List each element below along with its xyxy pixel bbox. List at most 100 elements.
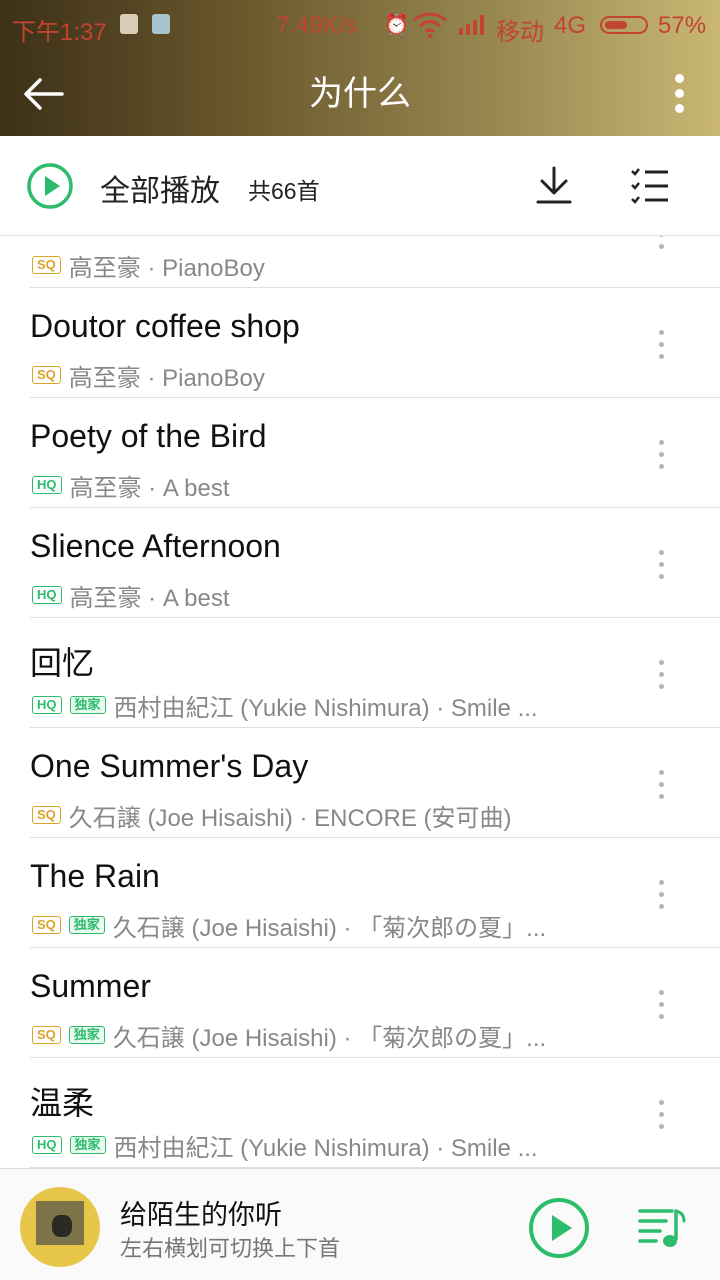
song-artist-album: 高至豪 · PianoBoy	[68, 254, 265, 282]
checklist-icon	[631, 168, 668, 204]
exclusive-badge: 独家	[68, 1026, 105, 1044]
song-artist-album: 久石譲 (Joe Hisaishi) · 「菊次郎の夏」...	[112, 914, 547, 942]
quality-badge: HQ	[32, 476, 62, 494]
song-meta: SQ 独家 久石譲 (Joe Hisaishi) · 「菊次郎の夏」...	[32, 910, 547, 942]
vertical-dots-icon	[659, 1100, 664, 1105]
exclusive-badge: 独家	[68, 916, 105, 934]
song-row[interactable]: 回忆 HQ 独家 西村由紀江 (Yukie Nishimura) · Smile ..…	[0, 618, 720, 728]
song-meta: HQ 独家 西村由紀江 (Yukie Nishimura) · Smile ...	[32, 1130, 538, 1162]
download-icon	[536, 166, 572, 204]
quality-badge: SQ	[32, 806, 61, 824]
song-more-button[interactable]	[648, 542, 676, 586]
battery-icon	[600, 16, 648, 34]
song-meta: HQ 独家 西村由紀江 (Yukie Nishimura) · Smile ...	[32, 690, 538, 722]
exclusive-badge: 独家	[69, 696, 106, 714]
vertical-dots-icon	[659, 1124, 664, 1129]
quality-badge: HQ	[32, 586, 62, 604]
song-more-button[interactable]	[648, 1092, 676, 1136]
vertical-dots-icon	[659, 562, 664, 567]
song-title: Poety of the Bird	[30, 418, 267, 454]
header: 下午1:37 7.49K/s ⏰ 移动 4G 57% 为什么	[0, 0, 720, 136]
quality-badge: SQ	[32, 1026, 61, 1044]
play-circle-icon[interactable]	[26, 162, 74, 210]
song-more-button[interactable]	[648, 982, 676, 1026]
song-artist-album: 久石譲 (Joe Hisaishi) · ENCORE (安可曲)	[68, 804, 512, 832]
quality-badge: HQ	[32, 696, 62, 714]
song-meta: SQ 独家 久石譲 (Joe Hisaishi) · 「菊次郎の夏」...	[32, 1020, 547, 1052]
vertical-dots-icon	[659, 1014, 664, 1019]
song-title: Summer	[30, 968, 151, 1004]
song-more-button[interactable]	[648, 762, 676, 806]
quality-badge: HQ	[32, 1136, 62, 1154]
vertical-dots-icon	[659, 880, 664, 885]
vertical-dots-icon	[659, 990, 664, 995]
song-more-button[interactable]	[648, 872, 676, 916]
song-row[interactable]: Slience Afternoon HQ 高至豪 · A best	[0, 508, 720, 618]
song-more-button[interactable]	[648, 652, 676, 696]
song-row[interactable]: Doutor coffee shop SQ 高至豪 · PianoBoy	[0, 288, 720, 398]
album-cover[interactable]	[20, 1187, 100, 1267]
play-button[interactable]	[528, 1197, 590, 1259]
multi-select-button[interactable]	[626, 162, 674, 210]
song-row[interactable]: 温柔 HQ 独家 西村由紀江 (Yukie Nishimura) · Smile ..…	[0, 1058, 720, 1168]
song-list: SQ 高至豪 · PianoBoy Doutor coffee shop SQ 高至豪 …	[0, 236, 720, 1168]
page-title: 为什么	[309, 75, 411, 113]
song-artist-album: 高至豪 · A best	[69, 584, 230, 612]
signal-icon	[459, 15, 484, 35]
song-artist-album: 西村由紀江 (Yukie Nishimura) · Smile ...	[113, 694, 538, 722]
song-row[interactable]: One Summer's Day SQ 久石譲 (Joe Hisaishi) · E…	[0, 728, 720, 838]
back-button[interactable]	[20, 70, 68, 118]
now-playing-title: 给陌生的你听	[120, 1200, 282, 1230]
vertical-dots-icon	[659, 574, 664, 579]
status-time: 下午1:37	[12, 19, 107, 46]
more-button[interactable]	[660, 70, 700, 118]
song-title: 温柔	[30, 1085, 95, 1121]
song-title: One Summer's Day	[30, 748, 309, 784]
status-bar: 下午1:37 7.49K/s ⏰ 移动 4G 57%	[0, 0, 720, 52]
vertical-dots-icon	[659, 1002, 664, 1007]
vertical-dots-icon	[675, 74, 684, 83]
carrier-label: 移动	[496, 19, 544, 46]
quality-badge: SQ	[32, 256, 61, 274]
alarm-icon: ⏰	[384, 14, 409, 36]
song-artist-album: 高至豪 · A best	[69, 474, 230, 502]
now-playing-hint: 左右横划可切换上下首	[120, 1236, 341, 1261]
notification-icon	[152, 14, 170, 34]
exclusive-badge: 独家	[69, 1136, 106, 1154]
song-more-button[interactable]	[648, 236, 676, 256]
song-count: 共66首	[248, 178, 320, 204]
song-meta: SQ 高至豪 · PianoBoy	[32, 360, 265, 392]
song-row[interactable]: The Rain SQ 独家 久石譲 (Joe Hisaishi) · 「菊次郎の夏」…	[0, 838, 720, 948]
song-row[interactable]: Summer SQ 独家 久石譲 (Joe Hisaishi) · 「菊次郎の夏」..…	[0, 948, 720, 1058]
vertical-dots-icon	[659, 782, 664, 787]
vertical-dots-icon	[659, 550, 664, 555]
battery-percent: 57%	[658, 12, 707, 39]
vertical-dots-icon	[659, 794, 664, 799]
play-all-bar: 全部播放 共66首	[0, 136, 720, 236]
vertical-dots-icon	[675, 104, 684, 113]
song-artist-album: 西村由紀江 (Yukie Nishimura) · Smile ...	[113, 1134, 538, 1162]
network-speed: 7.49K/s	[276, 12, 358, 39]
vertical-dots-icon	[659, 342, 664, 347]
mini-player[interactable]: 给陌生的你听 左右横划可切换上下首	[0, 1168, 720, 1280]
song-meta: SQ 高至豪 · PianoBoy	[32, 250, 265, 282]
arrow-left-icon	[24, 78, 64, 110]
song-more-button[interactable]	[648, 432, 676, 476]
vertical-dots-icon	[659, 354, 664, 359]
song-title: Slience Afternoon	[30, 528, 281, 564]
vertical-dots-icon	[659, 660, 664, 665]
download-button[interactable]	[530, 162, 578, 210]
play-all-button[interactable]: 全部播放	[100, 166, 220, 210]
song-title: The Rain	[30, 858, 160, 894]
vertical-dots-icon	[659, 904, 664, 909]
vertical-dots-icon	[659, 672, 664, 677]
play-circle-icon	[529, 1198, 589, 1258]
song-artist-album: 久石譲 (Joe Hisaishi) · 「菊次郎の夏」...	[112, 1024, 547, 1052]
album-cover-figure	[52, 1215, 72, 1237]
song-row[interactable]: SQ 高至豪 · PianoBoy	[0, 236, 720, 288]
song-more-button[interactable]	[648, 322, 676, 366]
song-title: Doutor coffee shop	[30, 308, 300, 344]
playlist-button[interactable]	[636, 1203, 688, 1251]
vertical-dots-icon	[659, 330, 664, 335]
song-row[interactable]: Poety of the Bird HQ 高至豪 · A best	[0, 398, 720, 508]
